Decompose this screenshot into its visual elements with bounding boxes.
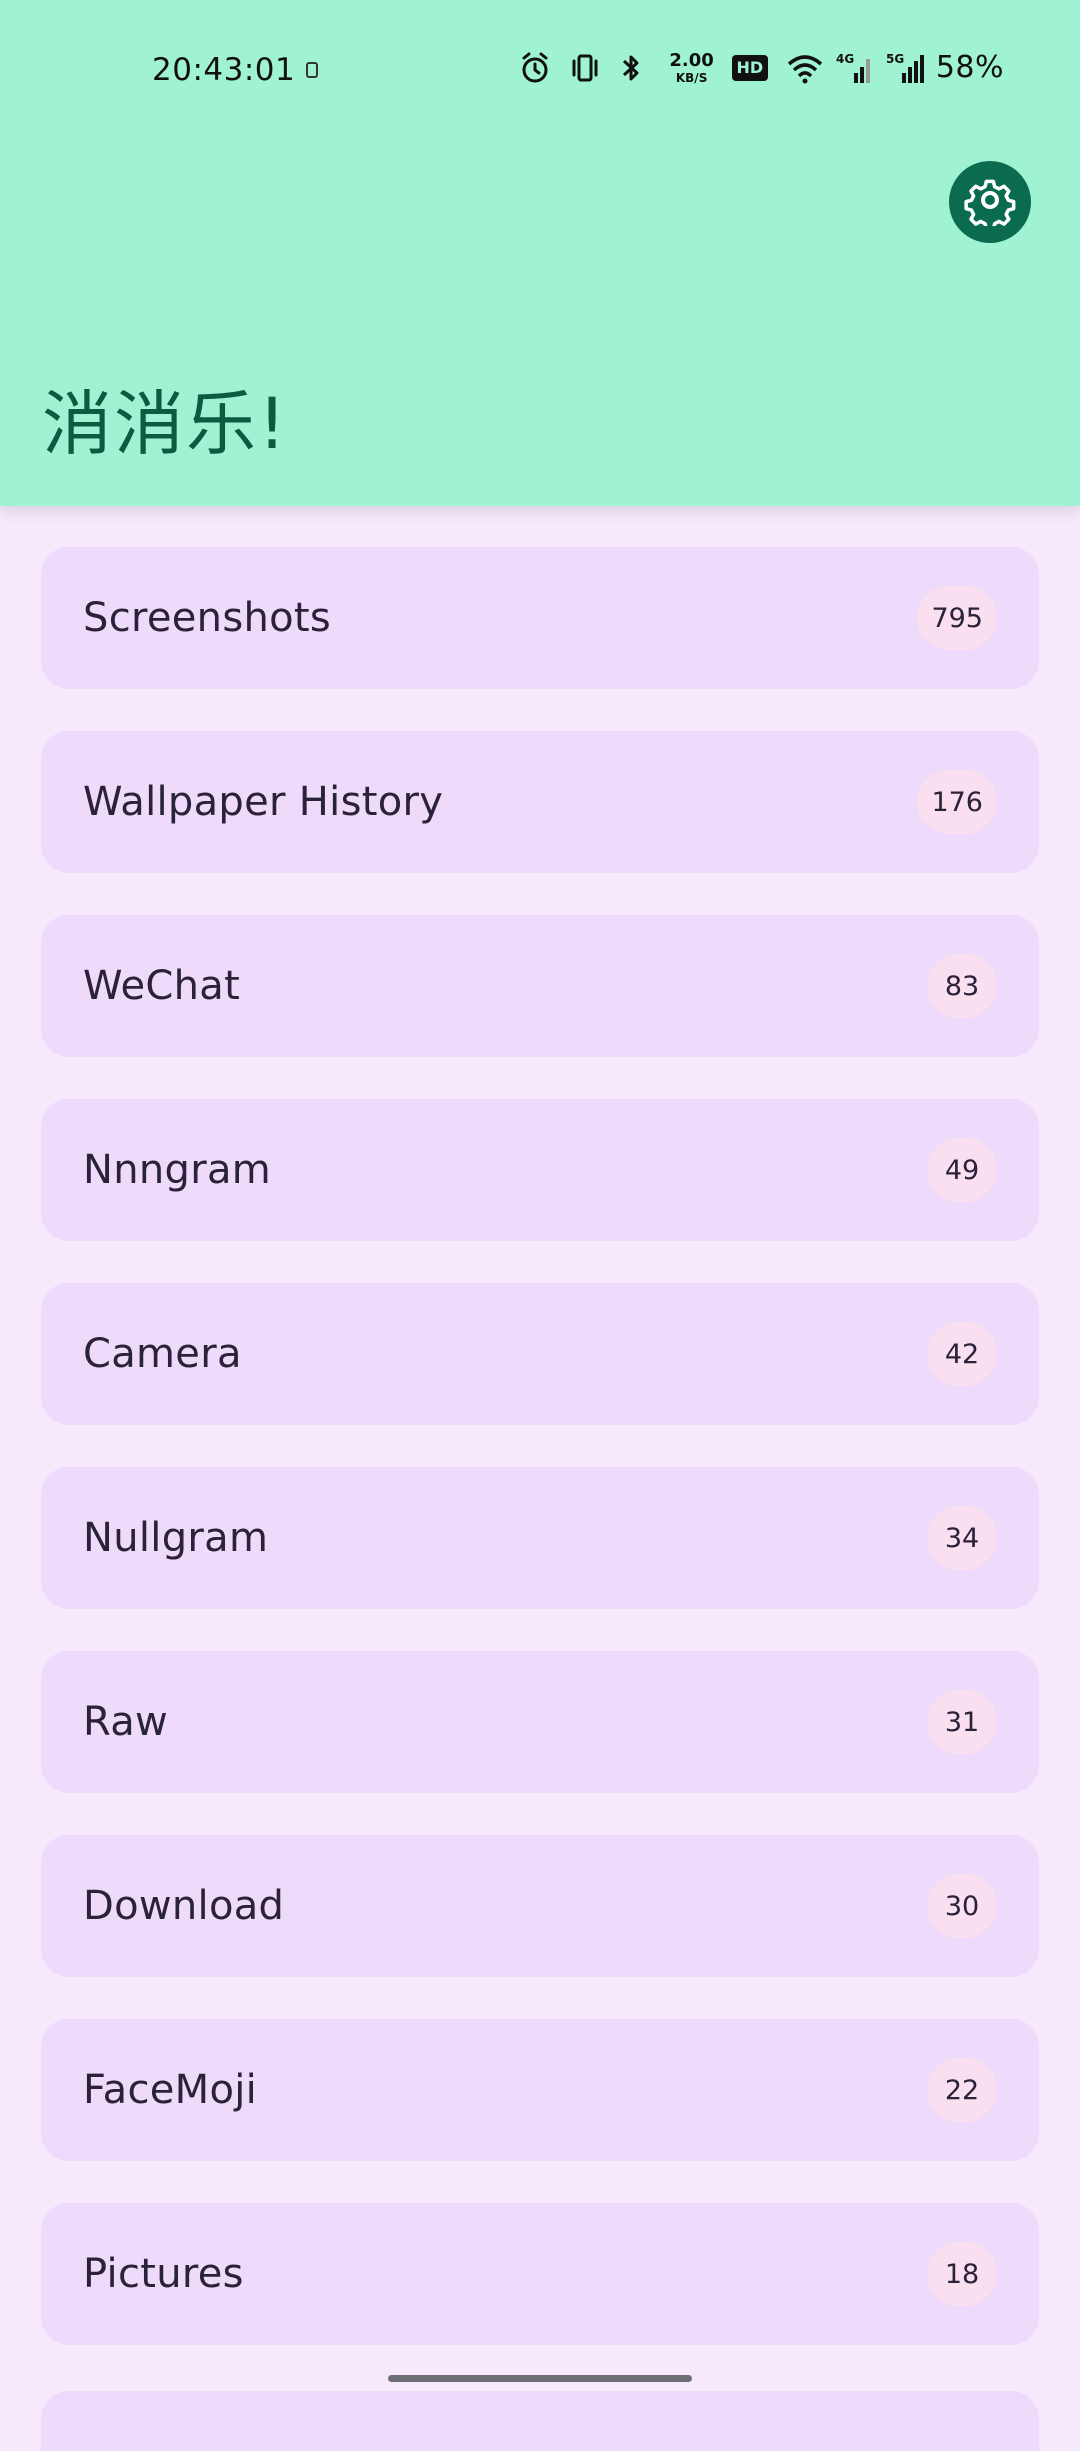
- home-indicator[interactable]: [388, 2375, 692, 2382]
- signal-4g-icon: 4G: [836, 51, 870, 85]
- album-count-badge: 31: [927, 1690, 997, 1754]
- network-speed-value: 2.00: [669, 49, 714, 71]
- album-name: Wallpaper History: [83, 779, 444, 825]
- battery-level: 58%: [935, 50, 1004, 85]
- hd-label: HD: [736, 58, 764, 77]
- album-name: Pictures: [83, 2251, 244, 2297]
- album-count-badge: 34: [927, 1506, 997, 1570]
- album-count-badge: 22: [927, 2058, 997, 2122]
- album-count-badge: 30: [927, 1874, 997, 1938]
- album-item-pictures[interactable]: Pictures 18: [41, 2203, 1039, 2345]
- album-count-badge: 42: [927, 1322, 997, 1386]
- album-name: FaceMoji: [83, 2067, 258, 2113]
- album-item-camera[interactable]: Camera 42: [41, 1283, 1039, 1425]
- album-item-download[interactable]: Download 30: [41, 1835, 1039, 1977]
- album-count-badge: 49: [927, 1138, 997, 1202]
- album-count-badge: 176: [917, 770, 997, 834]
- svg-text:5G: 5G: [886, 52, 904, 66]
- notification-icon: [306, 62, 318, 78]
- album-item-wechat[interactable]: WeChat 83: [41, 915, 1039, 1057]
- gear-icon: [964, 174, 1016, 231]
- album-name: Camera: [83, 1331, 242, 1377]
- album-item-partial[interactable]: [41, 2391, 1039, 2451]
- album-count-badge: 18: [927, 2242, 997, 2306]
- wifi-icon: [786, 51, 822, 85]
- album-name: Raw: [83, 1699, 169, 1745]
- status-bar: 20:43:01 2.00 KB/S HD 4G 5G 58%: [0, 0, 1080, 144]
- album-count-badge: 795: [917, 586, 997, 650]
- network-speed: 2.00 KB/S: [669, 49, 714, 85]
- network-speed-unit: KB/S: [675, 70, 708, 85]
- album-name: Nullgram: [83, 1515, 269, 1561]
- hd-icon: HD: [731, 54, 768, 81]
- alarm-icon: [519, 51, 551, 85]
- album-count-badge: 83: [927, 954, 997, 1018]
- album-name: WeChat: [83, 963, 241, 1009]
- status-time: 20:43:01: [152, 52, 296, 88]
- signal-5g-icon: 5G: [886, 51, 924, 85]
- app-header: 20:43:01 2.00 KB/S HD 4G 5G 58% 消消乐!: [0, 0, 1080, 506]
- vibrate-icon: [569, 51, 601, 85]
- album-item-facemoji[interactable]: FaceMoji 22: [41, 2019, 1039, 2161]
- album-name: Download: [83, 1883, 285, 1929]
- settings-button[interactable]: [949, 161, 1031, 243]
- album-item-wallpaper-history[interactable]: Wallpaper History 176: [41, 731, 1039, 873]
- album-list: Screenshots 795 Wallpaper History 176 We…: [41, 547, 1039, 2387]
- status-icons: 2.00 KB/S HD 4G 5G 58%: [519, 50, 1004, 85]
- album-item-raw[interactable]: Raw 31: [41, 1651, 1039, 1793]
- bluetooth-icon: [619, 51, 651, 85]
- album-item-nnngram[interactable]: Nnngram 49: [41, 1099, 1039, 1241]
- album-name: Nnngram: [83, 1147, 272, 1193]
- album-item-nullgram[interactable]: Nullgram 34: [41, 1467, 1039, 1609]
- svg-text:4G: 4G: [836, 52, 854, 66]
- page-title: 消消乐!: [42, 383, 289, 465]
- album-name: Screenshots: [83, 595, 332, 641]
- album-item-screenshots[interactable]: Screenshots 795: [41, 547, 1039, 689]
